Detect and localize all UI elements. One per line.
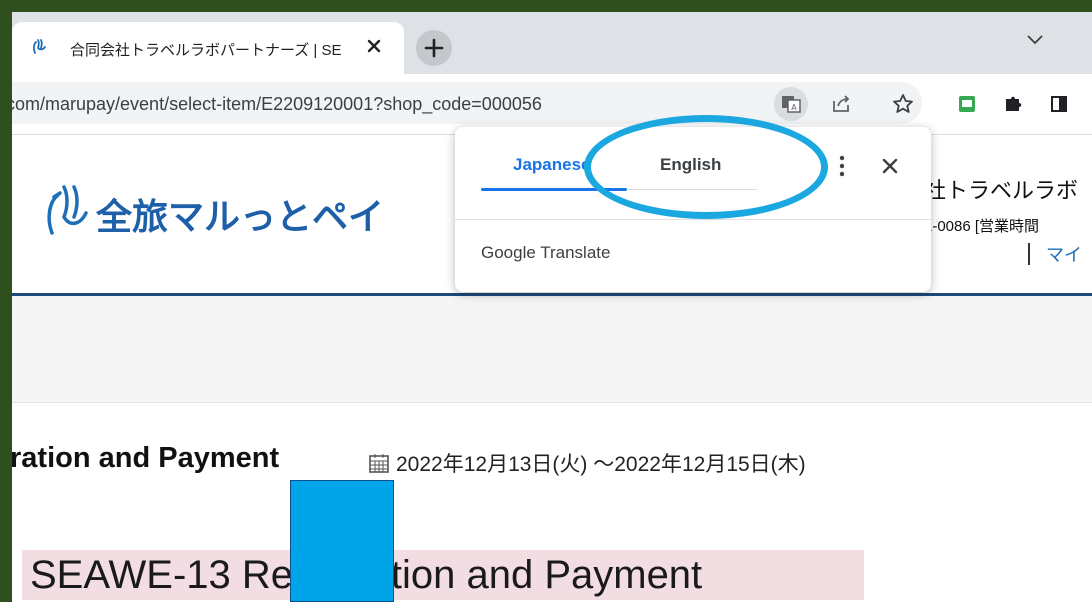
browser-tab-active[interactable]: 合同会社トラベルラボパートナーズ | SE xyxy=(12,22,404,74)
share-icon xyxy=(833,95,850,112)
annotation-ellipse xyxy=(584,115,828,219)
event-dates: 2022年12月13日(火) ～2022年12月15日(木) xyxy=(396,453,806,476)
calendar-icon xyxy=(369,454,389,473)
hand-logo-icon xyxy=(33,39,46,54)
nav-band xyxy=(12,296,1092,403)
browser-toolbar: com/marupay/event/select-item/E220912000… xyxy=(12,74,1092,135)
header-contact: 1-0086 [営業時間 xyxy=(924,218,1040,235)
plus-icon xyxy=(424,38,444,58)
site-logo[interactable]: 全旅マルっとペイ xyxy=(44,177,404,247)
google-translate-label: Google Translate xyxy=(481,243,611,262)
close-icon[interactable] xyxy=(879,155,901,177)
mypage-link[interactable]: マイ xyxy=(1046,241,1082,267)
puzzle-icon xyxy=(1006,96,1022,111)
close-tab-icon[interactable] xyxy=(362,34,386,58)
translate-page-button[interactable]: A xyxy=(774,87,808,121)
screenshot-frame-left xyxy=(0,0,12,602)
more-options-icon[interactable] xyxy=(833,151,851,181)
event-heading: SEAWE-13 Registration and Payment xyxy=(22,550,864,600)
star-icon xyxy=(893,94,913,113)
logo-text: 全旅マルっとペイ xyxy=(95,196,384,238)
header-company-name: 社トラベルラボ xyxy=(924,178,1079,203)
chevron-down-icon[interactable] xyxy=(1025,32,1045,46)
event-title: ration and Payment xyxy=(12,442,280,474)
bookmark-button[interactable] xyxy=(886,87,920,121)
tab-title: 合同会社トラベルラボパートナーズ | SE xyxy=(70,42,342,59)
translate-tab-japanese[interactable]: Japanese xyxy=(513,155,591,175)
side-panel-icon xyxy=(1051,96,1067,112)
header-divider xyxy=(1028,243,1030,265)
main-content: ration and Payment 2022年12月13日(火) ～2022年… xyxy=(12,404,1092,602)
popup-divider xyxy=(455,219,931,220)
svg-text:A: A xyxy=(791,103,797,112)
extension-green-icon xyxy=(959,96,975,112)
browser-window: 合同会社トラベルラボパートナーズ | SE com/marupay/event/… xyxy=(12,12,1092,602)
tab-strip: 合同会社トラベルラボパートナーズ | SE xyxy=(12,12,1092,74)
extension-green-button[interactable] xyxy=(950,87,984,121)
redaction-block xyxy=(290,480,394,602)
translate-icon: A xyxy=(782,96,801,113)
side-panel-button[interactable] xyxy=(1042,87,1076,121)
address-url[interactable]: com/marupay/event/select-item/E220912000… xyxy=(12,94,542,115)
share-button[interactable] xyxy=(824,87,858,121)
new-tab-button[interactable] xyxy=(416,30,452,66)
extensions-button[interactable] xyxy=(996,87,1030,121)
